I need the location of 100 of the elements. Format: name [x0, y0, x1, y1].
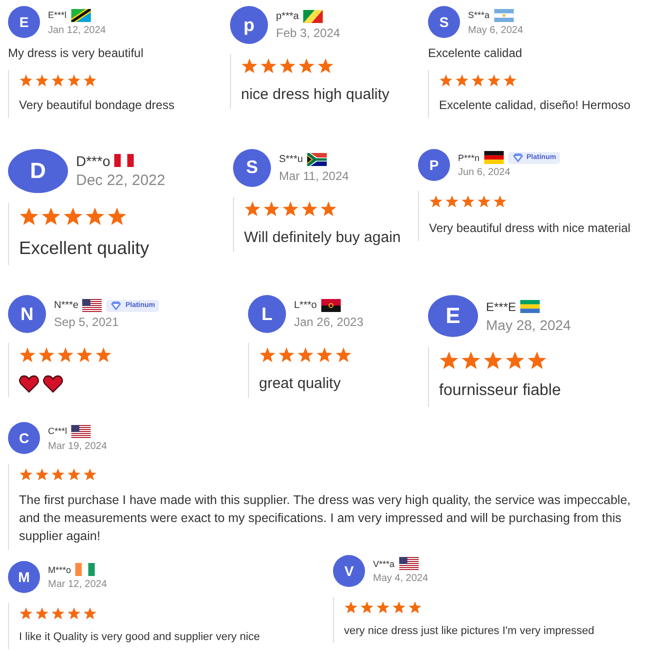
review-date: May 28, 2024: [486, 316, 571, 333]
review-comment: great quality: [259, 374, 342, 394]
star-icon: [83, 468, 97, 482]
review-date: Jan 26, 2023: [294, 315, 364, 330]
flag-icon: [484, 151, 504, 164]
star-icon: [107, 206, 127, 226]
star-icon: [477, 194, 491, 208]
reviewer-name: S***u: [279, 154, 303, 165]
avatar: E: [428, 295, 478, 338]
star-icon: [67, 74, 81, 87]
review-comment: Very beautiful bondage dress: [19, 97, 176, 114]
review-comment: Excelente calidad, diseño! Hermoso: [439, 97, 632, 114]
star-icon: [67, 468, 81, 482]
review-date: Mar 11, 2024: [279, 168, 349, 183]
avatar: C: [8, 422, 40, 454]
reviewer-name: D***o: [76, 152, 110, 169]
star-icon: [483, 351, 503, 370]
star-icon: [19, 606, 33, 620]
star-icon: [83, 74, 97, 87]
star-icon: [244, 200, 261, 217]
flag-icon: [494, 8, 514, 22]
avatar: D: [8, 148, 68, 193]
review-date: Feb 3, 2024: [276, 26, 340, 40]
star-icon: [19, 347, 36, 364]
star-icon: [51, 74, 65, 87]
reviewer-name: C***l: [48, 426, 68, 436]
review-comment: Very beautiful dress with nice material: [429, 220, 632, 237]
flag-icon: [71, 424, 92, 438]
star-icon: [360, 600, 374, 614]
review-comment: fournisseur fiable: [439, 381, 562, 402]
review-date: Jan 12, 2024: [48, 24, 106, 36]
flag-icon: [520, 300, 540, 314]
flag-icon: [114, 154, 134, 168]
review-date: Sep 5, 2021: [54, 315, 120, 330]
reviewer-name: L***o: [294, 300, 317, 312]
reviewer-name: M***o: [48, 564, 72, 575]
reviewer-name: V***a: [373, 558, 395, 569]
avatar: S: [428, 6, 460, 38]
avatar: S: [233, 148, 271, 187]
star-icon: [335, 347, 352, 364]
star-icon: [41, 206, 61, 226]
star-icon: [471, 74, 485, 87]
review-date: Mar 19, 2024: [48, 440, 107, 452]
star-icon: [35, 468, 49, 482]
star-icon: [67, 606, 81, 620]
reviewer-name: E***E: [486, 300, 516, 314]
heart-icon: [19, 375, 39, 394]
flag-icon: [306, 152, 327, 166]
heart-icon: [43, 375, 63, 394]
star-icon: [445, 194, 459, 208]
reviewer-name: p***a: [276, 11, 299, 22]
review-comment: Excellent quality: [19, 236, 150, 260]
star-icon: [76, 347, 93, 364]
star-icon: [429, 194, 443, 208]
review-title: My dress is very beautiful: [8, 46, 144, 60]
star-icon: [51, 468, 65, 482]
star-icon: [505, 351, 525, 370]
star-icon: [38, 347, 55, 364]
review-date: May 4, 2024: [373, 573, 428, 584]
star-icon: [316, 347, 333, 364]
review-date: May 6, 2024: [468, 24, 524, 36]
review-comment: The first purchase I have made with this supplier. The dress was very high quality, the service was impeccable, and the measurements were exact to my specifications. I am very impressed and will be purchasing from this supplier again!: [19, 492, 632, 546]
review-comment: Will definitely buy again: [244, 228, 402, 248]
star-icon: [301, 200, 318, 217]
star-icon: [408, 600, 422, 614]
star-icon: [493, 194, 507, 208]
avatar: E: [8, 6, 40, 38]
star-icon: [279, 58, 296, 74]
star-icon: [35, 74, 49, 87]
review-date: Dec 22, 2022: [76, 172, 166, 189]
flag-icon: [302, 10, 323, 23]
reviewer-name: N***e: [54, 300, 78, 312]
avatar: P: [418, 148, 450, 181]
star-icon: [85, 206, 105, 226]
star-icon: [461, 351, 481, 370]
star-icon: [263, 200, 280, 217]
reviewer-name: P***n: [458, 152, 480, 163]
star-icon: [19, 74, 33, 87]
reviewer-name: S***a: [468, 10, 490, 20]
star-icon: [527, 351, 547, 370]
star-icon: [95, 347, 112, 364]
avatar: M: [8, 560, 40, 593]
review-date: Mar 12, 2024: [48, 579, 107, 590]
star-icon: [461, 194, 475, 208]
review-comment: nice dress high quality: [241, 85, 390, 105]
review-comment: I like it Quality is very good and supplier very nice: [19, 630, 261, 645]
star-icon: [455, 74, 469, 87]
star-icon: [320, 200, 337, 217]
flag-icon: [75, 563, 96, 576]
avatar: N: [8, 295, 46, 334]
star-icon: [259, 347, 276, 364]
star-icon: [260, 58, 277, 74]
star-icon: [439, 74, 453, 87]
star-icon: [392, 600, 406, 614]
star-icon: [57, 347, 74, 364]
star-icon: [344, 600, 358, 614]
review-title: Excelente calidad: [428, 46, 524, 60]
avatar: p: [230, 6, 268, 44]
star-icon: [241, 58, 258, 74]
star-icon: [63, 206, 83, 226]
